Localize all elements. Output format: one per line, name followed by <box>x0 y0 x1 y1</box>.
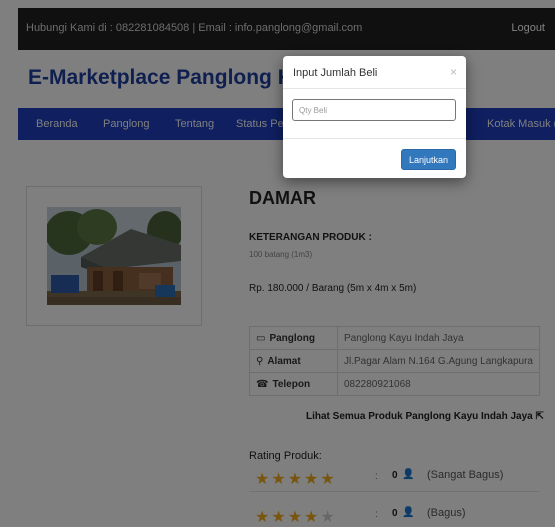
close-icon[interactable]: × <box>450 65 457 79</box>
quantity-modal: Input Jumlah Beli × Lanjutkan <box>283 56 466 178</box>
continue-button[interactable]: Lanjutkan <box>400 149 456 170</box>
modal-header: Input Jumlah Beli × <box>283 56 466 89</box>
modal-backdrop[interactable] <box>0 0 555 527</box>
modal-title: Input Jumlah Beli <box>293 67 378 79</box>
quantity-input[interactable] <box>292 99 456 121</box>
page: Hubungi Kami di : 082281084508 | Email :… <box>0 0 555 527</box>
modal-footer: Lanjutkan <box>283 138 466 178</box>
